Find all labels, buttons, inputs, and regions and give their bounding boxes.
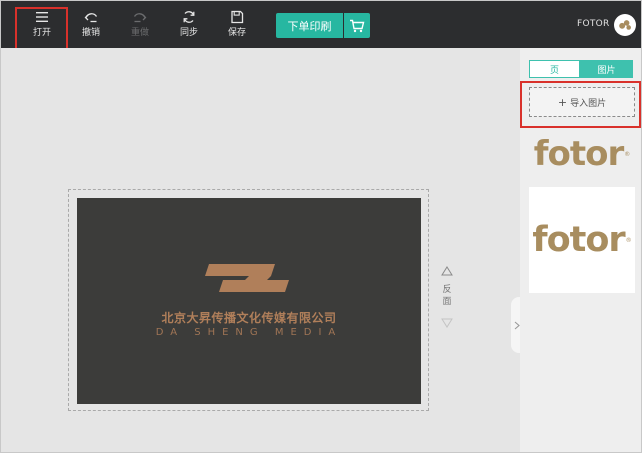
sync-button[interactable]: 同步 (167, 5, 211, 45)
import-image-button[interactable]: + 导入图片 (529, 87, 635, 117)
order-print-button[interactable]: 下单印刷 (276, 13, 343, 38)
thumbnail-logo-text: fotor (532, 220, 625, 260)
app-window: 打开 撤销 重做 同步 保存 下单印刷 FOTOR 北京大昇传播文化传媒有限公司… (0, 0, 642, 453)
company-name-text: 北京大昇传播文化传媒有限公司 (161, 311, 337, 325)
undo-icon (84, 13, 98, 23)
sync-icon (183, 11, 195, 23)
brand-label: FOTOR (577, 19, 610, 29)
tab-page[interactable]: 页 (529, 60, 580, 78)
redo-label: 重做 (130, 28, 149, 38)
registered-icon: ® (624, 150, 631, 158)
thumbnail-logo-text: fotor (533, 134, 625, 174)
design-workspace: 北京大昇传播文化传媒有限公司 DA SHENG MEDIA 反面 (1, 48, 520, 452)
flip-side-label[interactable]: 反面 (441, 284, 453, 308)
right-panel: 页 图片 + 导入图片 fotor ® fotor ® (520, 48, 641, 452)
top-toolbar: 打开 撤销 重做 同步 保存 下单印刷 FOTOR (1, 1, 641, 50)
page-side-tools: 反面 (437, 266, 457, 342)
plus-icon: + (557, 95, 568, 109)
cart-button[interactable] (344, 13, 370, 38)
tab-image[interactable]: 图片 (580, 60, 633, 78)
image-thumbnail[interactable]: fotor ® (529, 132, 635, 176)
company-english-text: DA SHENG MEDIA (155, 327, 343, 338)
business-card-canvas[interactable]: 北京大昇传播文化传媒有限公司 DA SHENG MEDIA (77, 198, 421, 404)
save-label: 保存 (227, 28, 246, 38)
triangle-up-icon[interactable] (441, 266, 453, 276)
undo-label: 撤销 (81, 28, 100, 38)
user-avatar[interactable] (614, 14, 636, 36)
import-image-label: 导入图片 (570, 98, 607, 109)
triangle-down-icon[interactable] (441, 318, 453, 328)
open-highlight-box (15, 7, 68, 50)
save-button[interactable]: 保存 (215, 5, 259, 45)
cart-icon (350, 19, 365, 32)
undo-button[interactable]: 撤销 (69, 5, 113, 45)
redo-icon (133, 13, 147, 23)
image-thumbnail[interactable]: fotor ® (529, 187, 635, 293)
company-logo-icon (205, 264, 289, 292)
avatar-logo-icon (619, 20, 631, 30)
save-icon (231, 10, 244, 24)
registered-icon: ® (625, 236, 632, 244)
redo-button[interactable]: 重做 (118, 5, 162, 45)
sync-label: 同步 (179, 28, 198, 38)
